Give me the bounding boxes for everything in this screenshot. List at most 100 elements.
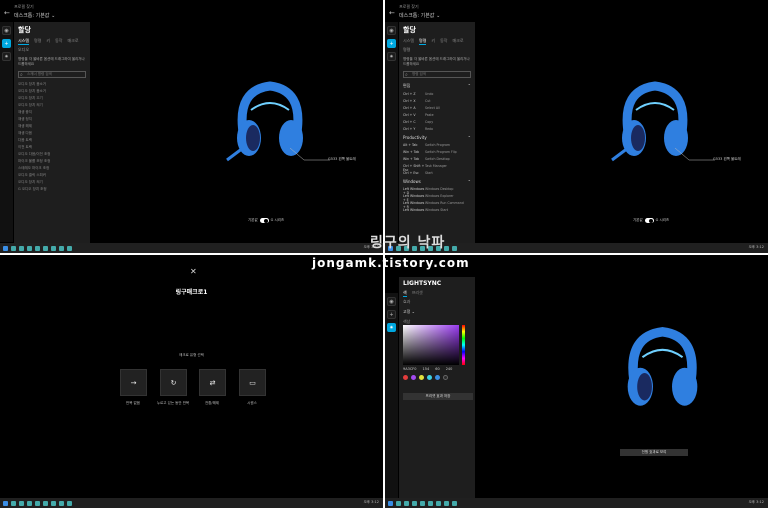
list-item[interactable]: 재생 다음 [14, 129, 90, 136]
taskbar-app-icon[interactable] [43, 500, 48, 506]
list-item[interactable]: 오디오 장치 음소거 [14, 80, 90, 87]
taskbar-app-icon[interactable] [396, 500, 401, 506]
command-row[interactable]: Win + Tab Switch Desktop [399, 155, 475, 162]
taskbar-app-icon[interactable] [11, 500, 16, 506]
section-header[interactable]: Productivity ⌃ [399, 132, 475, 141]
taskbar-app-icon[interactable] [19, 500, 24, 506]
list-item[interactable]: 오디오 장치 끄기 [14, 94, 90, 101]
command-row[interactable]: Ctrl + Esc Start [399, 169, 475, 176]
effect-dropdown[interactable]: 고정 ⌄ [399, 307, 475, 317]
headset-icon[interactable]: ◉ [387, 297, 396, 306]
command-row[interactable]: Left Windows Windows Start [399, 206, 475, 213]
tab-macro[interactable]: 매크로 [67, 38, 78, 45]
color-swatch[interactable] [403, 375, 408, 380]
color-swatch[interactable] [435, 375, 440, 380]
color-swatch[interactable] [419, 375, 424, 380]
tab-preset[interactable]: 프리셋 [412, 290, 423, 297]
list-item[interactable]: 스테레오 마이크 조정 [14, 164, 90, 171]
hex-input[interactable]: 9A3CF0 [403, 367, 417, 371]
command-row[interactable]: Left Windows + E Windows Explorer [399, 192, 475, 202]
search-input[interactable]: ⌕ 스캐너 명령 검색 [18, 71, 86, 78]
g-input[interactable]: 60 [435, 367, 439, 371]
section-header[interactable]: 편집 ⌃ [399, 80, 475, 90]
sequence-button[interactable]: ▭ [239, 369, 266, 396]
taskbar-app-icon[interactable] [428, 500, 433, 506]
taskbar-app-icon[interactable] [51, 245, 56, 251]
back-icon[interactable]: ← [389, 9, 395, 17]
back-icon[interactable]: ← [4, 9, 10, 17]
tab-action[interactable]: 동작 [440, 38, 447, 45]
command-row[interactable]: Left Windows + D Windows Desktop [399, 185, 475, 195]
r-input[interactable]: 154 [423, 367, 430, 371]
tab-system[interactable]: 시스템 [18, 38, 30, 45]
list-item[interactable]: 오디오 장치 켜기 [14, 178, 90, 185]
command-row[interactable]: Ctrl + A Select All [399, 104, 475, 111]
command-row[interactable]: Left Windows + R Windows Run Command [399, 199, 475, 209]
command-row[interactable]: Ctrl + C Copy [399, 118, 475, 125]
profile-selector[interactable]: 데스크톱: 기본값 ⌄ [14, 12, 55, 19]
command-row[interactable]: Alt + Tab Switch Program [399, 141, 475, 148]
taskbar-app-icon[interactable] [452, 500, 457, 506]
list-item[interactable]: G 오디오 장치 조정 [14, 185, 90, 192]
search-input[interactable]: ⌕ 명령 검색 [403, 71, 471, 78]
lightsync-icon[interactable]: ✷ [387, 323, 396, 332]
list-item[interactable]: 오디오 장치 음소거 [14, 87, 90, 94]
default-toggle[interactable]: 기본값 G 시리즈 [633, 218, 669, 223]
toggle-switch[interactable] [644, 218, 654, 223]
close-icon[interactable]: ✕ [190, 267, 197, 276]
profile-selector[interactable]: 데스크톱: 기본값 ⌄ [399, 12, 440, 19]
default-toggle[interactable]: 기본값 G 시리즈 [248, 218, 284, 223]
list-item[interactable]: 이전 트랙 [14, 143, 90, 150]
taskbar-app-icon[interactable] [27, 500, 32, 506]
command-row[interactable]: Ctrl + V Paste [399, 111, 475, 118]
taskbar-app-icon[interactable] [59, 245, 64, 251]
taskbar-app-icon[interactable] [11, 245, 16, 251]
windows-icon[interactable] [3, 245, 8, 251]
taskbar-app-icon[interactable] [420, 500, 425, 506]
tab-key[interactable]: 키 [46, 38, 50, 45]
taskbar-app-icon[interactable] [67, 245, 72, 251]
headset-icon[interactable]: ◉ [387, 26, 396, 35]
taskbar-app-icon[interactable] [51, 500, 56, 506]
tab-command[interactable]: 명령 [419, 38, 427, 45]
assign-icon[interactable]: + [2, 39, 11, 48]
headset-icon[interactable]: ◉ [2, 26, 11, 35]
tab-macro[interactable]: 매크로 [452, 38, 463, 45]
no-repeat-button[interactable]: → [120, 369, 147, 396]
taskbar-app-icon[interactable] [35, 500, 40, 506]
taskbar-app-icon[interactable] [412, 500, 417, 506]
taskbar-app-icon[interactable] [35, 245, 40, 251]
tab-key[interactable]: 키 [431, 38, 435, 45]
color-swatch[interactable] [427, 375, 432, 380]
list-item[interactable]: 재생 중지 [14, 108, 90, 115]
command-row[interactable]: Ctrl + Y Redo [399, 125, 475, 132]
repeat-while-held-button[interactable]: ↻ [160, 369, 187, 396]
taskbar-app-icon[interactable] [67, 500, 72, 506]
color-picker[interactable] [403, 325, 459, 365]
taskbar-app-icon[interactable] [27, 245, 32, 251]
list-item[interactable]: 재생 정지 [14, 115, 90, 122]
taskbar-app-icon[interactable] [404, 500, 409, 506]
tab-action[interactable]: 동작 [55, 38, 62, 45]
toggle-button[interactable]: ⇄ [199, 369, 226, 396]
windows-icon[interactable] [3, 500, 8, 506]
taskbar-app-icon[interactable] [43, 245, 48, 251]
taskbar-app-icon[interactable] [436, 500, 441, 506]
list-item[interactable]: 오디오 클릭 스피커 [14, 171, 90, 178]
b-input[interactable]: 240 [446, 367, 453, 371]
assign-icon[interactable]: + [387, 310, 396, 319]
lightsync-icon[interactable]: ✷ [387, 52, 396, 61]
list-item[interactable]: 재생 해제 [14, 122, 90, 129]
save-preset-button[interactable]: 프리셋 효과 저장 [403, 393, 473, 400]
tab-color[interactable]: 색 [403, 290, 407, 297]
toggle-switch[interactable] [259, 218, 269, 223]
lightsync-icon[interactable]: ✷ [2, 52, 11, 61]
taskbar-app-icon[interactable] [59, 500, 64, 506]
command-row[interactable]: Win + Tab Switch Program Flip [399, 148, 475, 155]
tab-command[interactable]: 명령 [34, 38, 41, 45]
command-row[interactable]: Ctrl + Z Undo [399, 90, 475, 97]
hue-slider[interactable] [462, 325, 465, 365]
color-swatch[interactable] [443, 375, 448, 380]
apply-effect-button[interactable]: 전원 효과로 보여 [620, 449, 688, 456]
list-item[interactable]: 다음 트랙 [14, 136, 90, 143]
